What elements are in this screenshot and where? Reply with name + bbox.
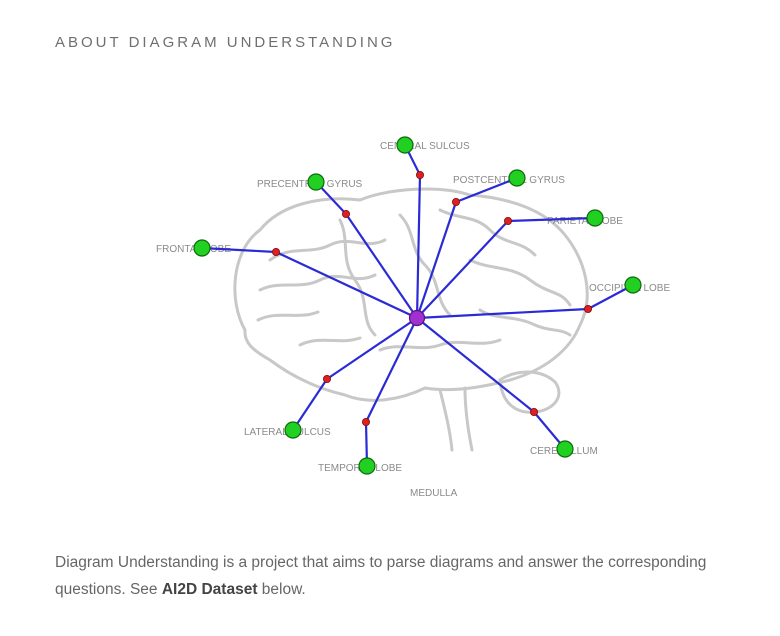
medulla-outline [438,386,474,452]
label-node [193,239,211,257]
brain-diagram: CENTRAL SULCUS PRECENTRAL GYRUS POSTCENT… [156,136,670,499]
label-node [358,457,376,475]
arrow-node [361,417,370,426]
label-node [586,209,604,227]
label-node [284,421,302,439]
brain-fold [378,338,502,352]
arrow-node [451,198,460,207]
label-node [624,276,642,294]
brain-fold [438,208,537,257]
diagram-edges [201,144,634,467]
edge-spoke [416,317,535,413]
arrow-node [415,171,424,180]
label-central-sulcus: CENTRAL SULCUS [380,141,470,152]
description-paragraph: Diagram Understanding is a project that … [55,549,760,603]
arrow-node [529,407,538,416]
center-node [408,309,426,327]
brain-fold [256,310,320,322]
arrow-node [341,210,350,219]
edge-spoke [326,317,418,380]
arrow-node [583,304,592,313]
description-text: Diagram Understanding is a project that … [55,554,707,598]
section-heading: ABOUT DIAGRAM UNDERSTANDING [55,34,396,51]
edge-arrow [292,378,328,431]
ai2d-dataset-link[interactable]: AI2D Dataset [162,581,258,598]
label-node [396,136,414,154]
label-node [307,173,325,191]
edge-spoke [415,174,422,319]
brain-fold [398,213,452,317]
label-node [556,440,574,458]
arrow-node [271,247,280,256]
arrow-node [322,374,331,383]
arrow-node [503,217,512,226]
description-text-end: below. [257,581,306,598]
brain-fold [298,336,362,347]
label-medulla: MEDULLA [410,488,458,499]
label-node [508,169,526,187]
brain-fold [468,258,572,307]
edge-spoke [415,201,458,319]
